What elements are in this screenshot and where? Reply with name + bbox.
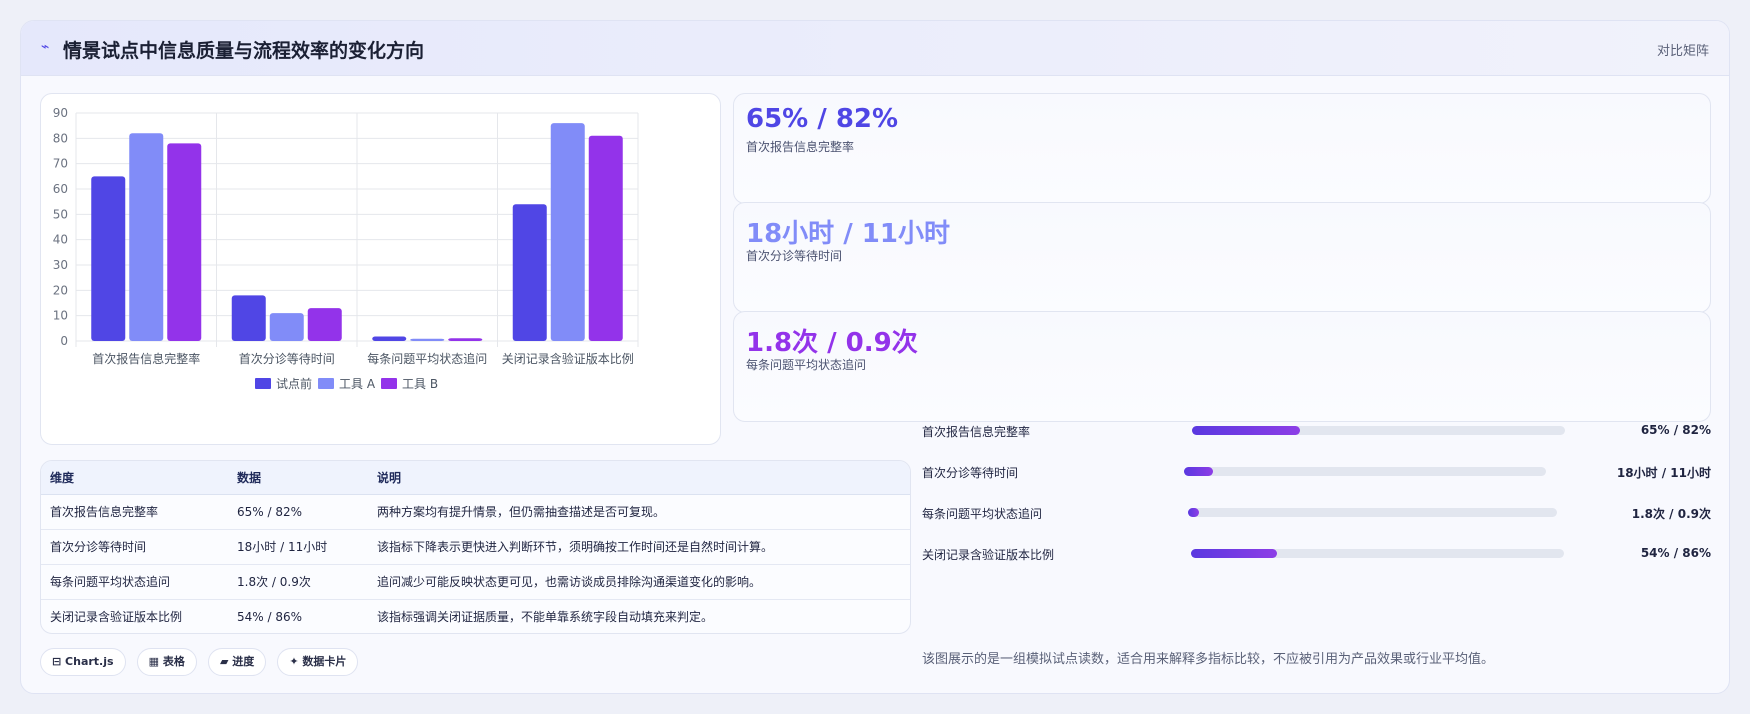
bar xyxy=(410,338,445,341)
progress-row: 关闭记录含验证版本比例 54% / 86% xyxy=(922,544,1711,564)
progress-value: 54% / 86% xyxy=(1640,546,1711,560)
table-cell: 54% / 86% xyxy=(237,609,303,624)
progress-label: 首次报告信息完整率 xyxy=(922,425,1031,439)
table-cell: 首次报告信息完整率 xyxy=(41,494,228,530)
chip-chartjs[interactable]: ⊟ Chart.js xyxy=(40,648,126,676)
bar xyxy=(372,336,407,341)
table-cell: 追问减少可能反映状态更可见，也需访谈成员排除沟通渠道变化的影响。 xyxy=(368,564,910,600)
disclaimer-note: 该图展示的是一组模拟试点读数，适合用来解释多指标比较，不应被引用为产品效果或行业… xyxy=(922,652,1495,667)
bar xyxy=(129,133,164,341)
table-header-row: 维度 数据 说明 xyxy=(41,461,910,495)
bar xyxy=(91,176,126,341)
bar xyxy=(231,295,266,341)
tech-chips: ⊟ Chart.js ▦ 表格 ▰ 进度 ✦ 数据卡片 xyxy=(40,648,364,676)
bar-chart: 0 10 20 30 40 50 60 70 80 90 首次报告信息完整率 首次分诊等待时间 每条问题… xyxy=(53,106,639,391)
legend-label: 工具 B xyxy=(402,377,438,391)
x-tick-label: 每条问题平均状态追问 xyxy=(367,351,487,366)
chip-progress[interactable]: ▰ 进度 xyxy=(207,648,267,676)
kpi-card-1: 65% / 82% 首次报告信息完整率 xyxy=(733,93,1711,204)
bar xyxy=(550,123,585,341)
table-cell: 两种方案均有提升情景，但仍需抽查描述是否可复现。 xyxy=(368,494,910,530)
y-tick-label: 0 xyxy=(60,334,68,348)
kpi-value: 65% / 82% xyxy=(746,104,899,134)
kpi-label: 首次报告信息完整率 xyxy=(746,140,855,154)
progress-fill xyxy=(1191,549,1277,558)
header: ⌁ 情景试点中信息质量与流程效率的变化方向 对比矩阵 xyxy=(21,21,1729,76)
progress-value: 1.8次 / 0.9次 xyxy=(1631,507,1711,521)
progress-row: 首次报告信息完整率 65% / 82% xyxy=(922,421,1711,441)
y-tick-label: 50 xyxy=(53,207,68,221)
x-tick-label: 首次报告信息完整率 xyxy=(92,351,200,366)
progress-track xyxy=(1184,467,1546,476)
view-tag[interactable]: 对比矩阵 xyxy=(1657,40,1709,59)
data-table-panel: 维度 数据 说明 首次报告信息完整率 65% / 82% 两种方案均有提升情景，… xyxy=(40,460,911,634)
table-cell: 首次分诊等待时间 xyxy=(41,529,228,565)
table-cell: 关闭记录含验证版本比例 xyxy=(50,610,183,625)
y-tick-label: 90 xyxy=(53,106,68,120)
y-tick-label: 40 xyxy=(53,233,68,247)
progress-label: 关闭记录含验证版本比例 xyxy=(922,548,1055,562)
legend-swatch xyxy=(381,378,397,389)
table-cell: 该指标强调关闭证据质量，不能单靠系统字段自动填充来判定。 xyxy=(377,610,714,625)
y-tick-label: 20 xyxy=(53,283,68,297)
progress-fill xyxy=(1192,426,1301,435)
bar xyxy=(167,143,202,341)
data-table: 维度 数据 说明 首次报告信息完整率 65% / 82% 两种方案均有提升情景，… xyxy=(41,461,910,633)
y-tick-label: 10 xyxy=(53,309,68,323)
kpi-card-3: 1.8次 / 0.9次 每条问题平均状态追问 xyxy=(733,311,1711,422)
bar-chart-panel: 0 10 20 30 40 50 60 70 80 90 首次报告信息完整率 首次分诊等待时间 每条问题… xyxy=(40,93,721,445)
legend-label: 试点前 xyxy=(276,376,312,391)
page-title: 情景试点中信息质量与流程效率的变化方向 xyxy=(63,40,425,62)
y-tick-label: 60 xyxy=(53,182,68,196)
legend-swatch xyxy=(318,378,334,389)
table-row: 关闭记录含验证版本比例 54% / 86% 该指标强调关闭证据质量，不能单靠系统… xyxy=(41,599,910,633)
progress-value: 65% / 82% xyxy=(1640,423,1711,437)
bar xyxy=(588,135,623,341)
column-header: 数据 xyxy=(228,461,368,495)
table-cell: 该指标下降表示更快进入判断环节，须明确按工作时间还是自然时间计算。 xyxy=(368,529,910,565)
progress-track xyxy=(1192,426,1565,435)
progress-track xyxy=(1191,549,1564,558)
chip-data-card[interactable]: ✦ 数据卡片 xyxy=(277,648,359,676)
column-header: 维度 xyxy=(41,461,228,495)
dashboard-card: ⌁ 情景试点中信息质量与流程效率的变化方向 对比矩阵 0 10 20 30 40 50 60… xyxy=(20,20,1730,694)
kpi-label: 首次分诊等待时间 xyxy=(746,249,843,263)
bar xyxy=(512,204,547,341)
progress-label: 首次分诊等待时间 xyxy=(922,466,1019,480)
table-row: 每条问题平均状态追问 1.8次 / 0.9次 追问减少可能反映状态更可见，也需访… xyxy=(41,564,910,600)
table-cell: 18小时 / 11小时 xyxy=(228,529,368,565)
x-tick-label: 关闭记录含验证版本比例 xyxy=(502,351,634,366)
table-cell: 每条问题平均状态追问 xyxy=(41,564,228,600)
bar xyxy=(448,338,483,341)
legend-swatch xyxy=(255,378,271,389)
progress-row: 首次分诊等待时间 18小时 / 11小时 xyxy=(922,462,1711,482)
kpi-card-2: 18小时 / 11小时 首次分诊等待时间 xyxy=(733,202,1711,313)
table-cell: 65% / 82% xyxy=(228,494,368,530)
y-tick-label: 30 xyxy=(53,258,68,272)
table-row: 首次报告信息完整率 65% / 82% 两种方案均有提升情景，但仍需抽查描述是否… xyxy=(41,494,910,530)
column-header: 说明 xyxy=(368,461,910,495)
bar xyxy=(307,308,342,341)
x-tick-label: 首次分诊等待时间 xyxy=(239,352,335,366)
progress-track xyxy=(1188,508,1557,517)
table-row: 首次分诊等待时间 18小时 / 11小时 该指标下降表示更快进入判断环节，须明确… xyxy=(41,529,910,565)
progress-label: 每条问题平均状态追问 xyxy=(922,507,1043,521)
y-tick-label: 70 xyxy=(53,157,68,171)
progress-fill xyxy=(1188,508,1200,517)
bar xyxy=(269,313,304,341)
progress-row: 每条问题平均状态追问 1.8次 / 0.9次 xyxy=(922,503,1711,523)
kpi-label: 每条问题平均状态追问 xyxy=(746,358,867,372)
kpi-value: 1.8次 / 0.9次 xyxy=(746,328,918,358)
progress-value: 18小时 / 11小时 xyxy=(1616,466,1711,480)
kpi-value: 18小时 / 11小时 xyxy=(746,219,950,249)
y-tick-label: 80 xyxy=(53,131,68,145)
trend-icon: ⌁ xyxy=(41,39,50,55)
table-cell: 1.8次 / 0.9次 xyxy=(228,564,368,600)
legend-label: 工具 A xyxy=(339,377,376,391)
progress-fill xyxy=(1184,467,1213,476)
chip-table[interactable]: ▦ 表格 xyxy=(136,648,197,676)
